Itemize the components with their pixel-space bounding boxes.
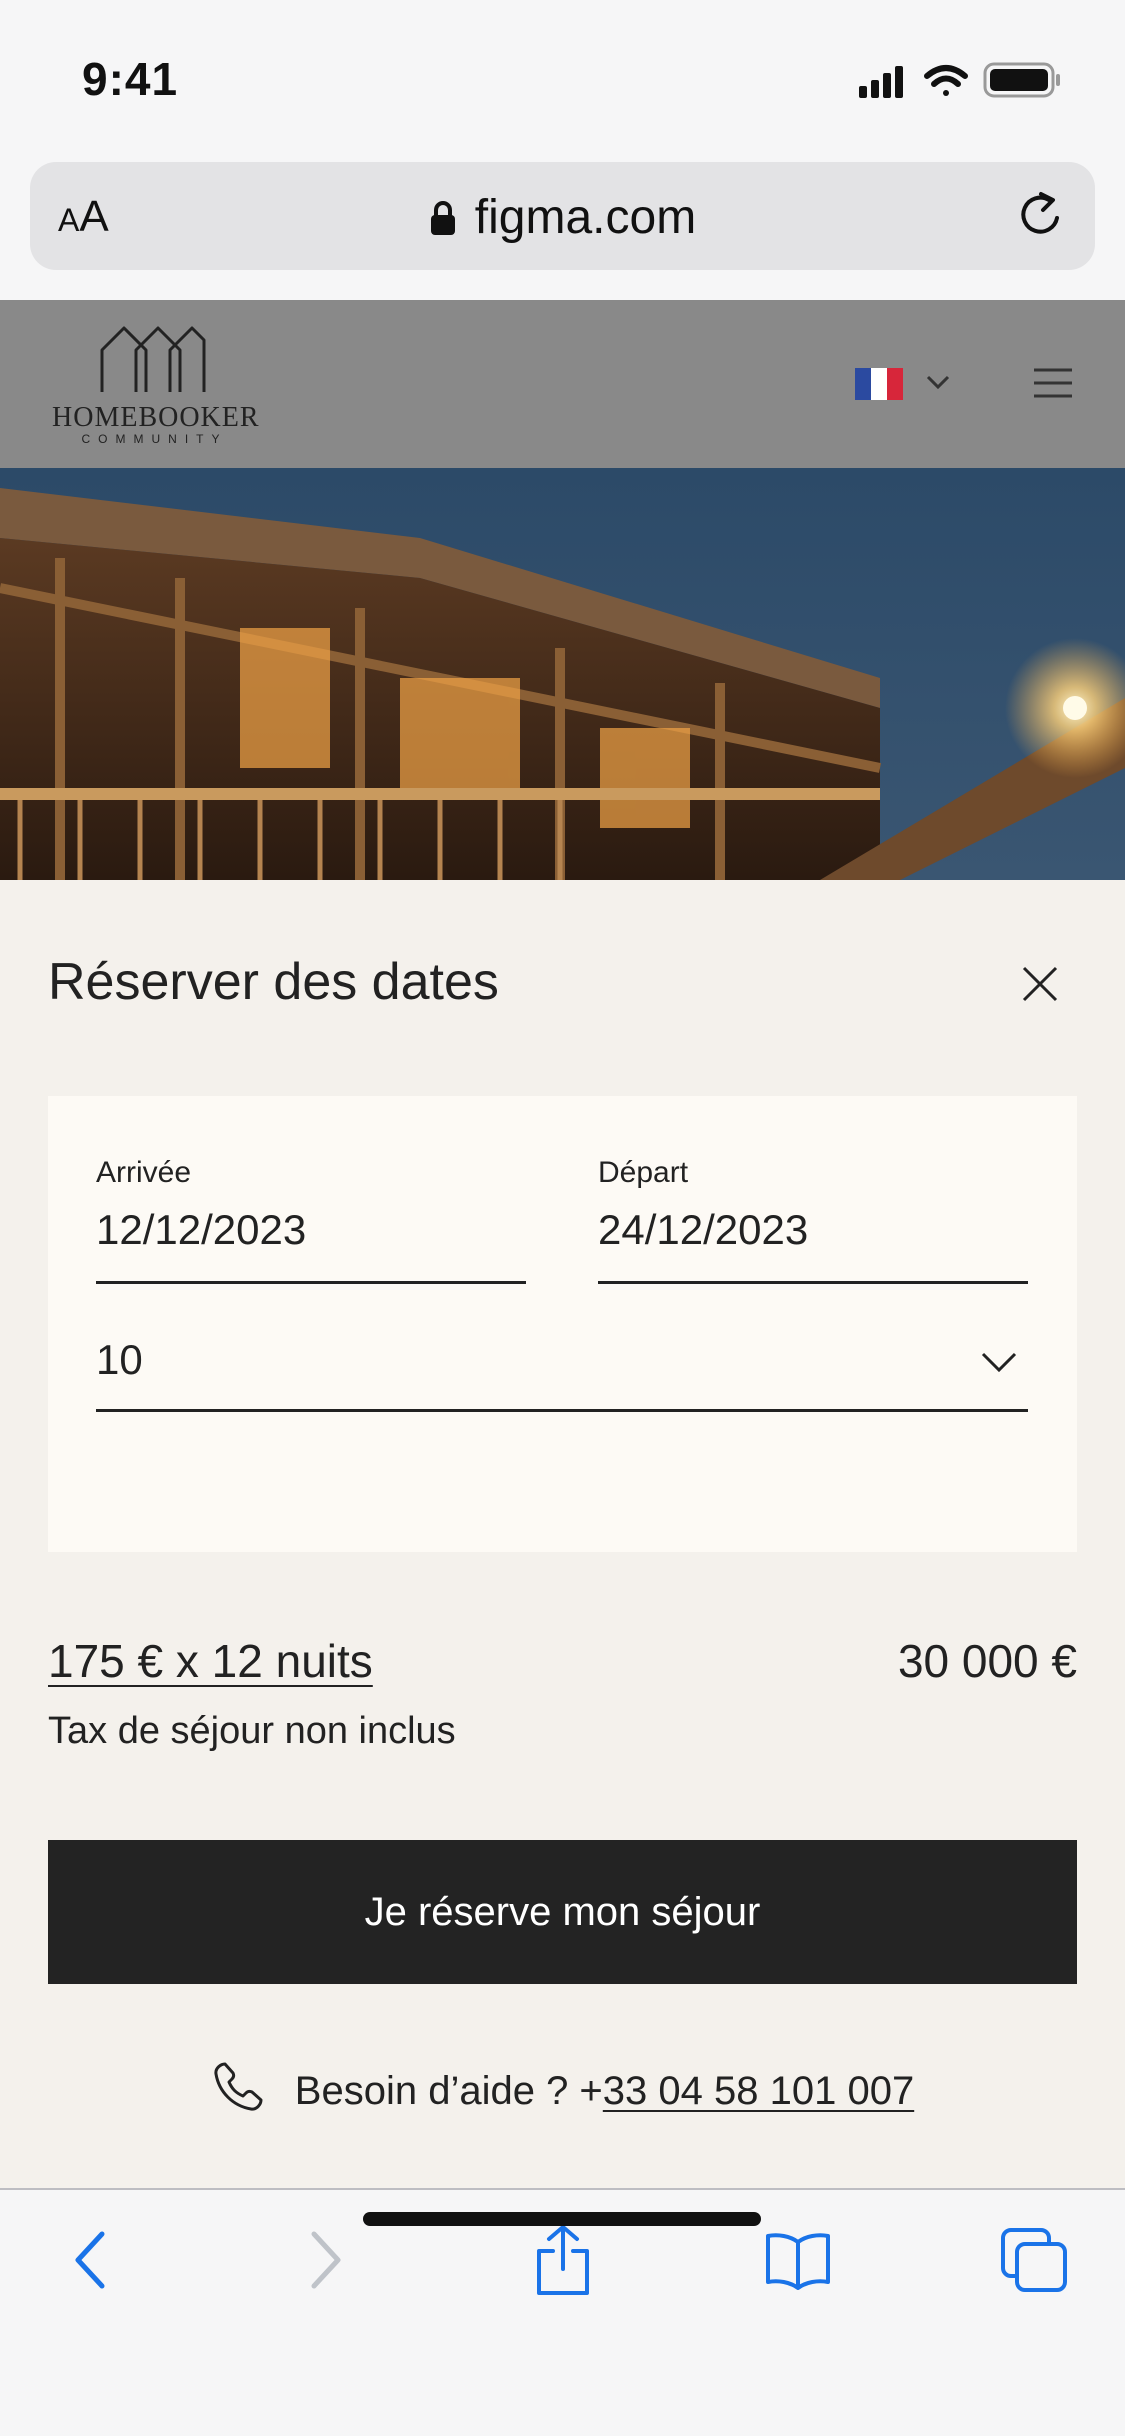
price-total: 30 000 € (897, 1635, 1077, 1687)
bookmarks-icon (766, 2233, 830, 2290)
price-breakdown-link[interactable]: 175 € x 12 nuits (48, 1634, 373, 1688)
reload-icon[interactable] (1013, 188, 1069, 244)
chevron-down-icon[interactable] (925, 372, 951, 392)
booking-panel: Réserver des dates Arrivée 12/12/2023 Dé… (0, 880, 1125, 2188)
departure-value: 24/12/2023 (598, 1206, 809, 1253)
logo-name: HOMEBOOKER (52, 402, 260, 433)
back-button[interactable] (50, 2220, 130, 2300)
wifi-icon (924, 65, 968, 96)
back-icon (75, 2231, 105, 2289)
site-logo[interactable]: HOMEBOOKER COMMUNITY (52, 322, 262, 452)
address-bar[interactable]: AA figma.com (30, 162, 1095, 270)
status-time: 9:41 (82, 53, 179, 105)
status-icons (859, 62, 1060, 98)
site-header: HOMEBOOKER COMMUNITY (0, 300, 1125, 468)
book-stay-button[interactable]: Je réserve mon séjour (48, 1840, 1077, 1984)
help-phone-link[interactable]: 33 04 58 101 007 (603, 2069, 914, 2113)
guests-value: 10 (96, 1336, 143, 1383)
arrival-label: Arrivée (96, 1156, 192, 1189)
lock-icon (430, 201, 455, 235)
browser-address-area: AA figma.com (0, 150, 1125, 300)
forward-icon (311, 2231, 341, 2289)
logo-tagline: COMMUNITY (81, 432, 228, 446)
domain-text: figma.com (474, 191, 697, 244)
menu-icon[interactable] (1032, 366, 1074, 400)
battery-icon (983, 62, 1060, 98)
hero-image (0, 468, 1125, 880)
tabs-button[interactable] (994, 2220, 1074, 2300)
status-bar: 9:41 (0, 0, 1125, 150)
forward-button[interactable] (286, 2220, 366, 2300)
signal-icon (859, 66, 903, 98)
guests-select[interactable]: 10 (96, 1318, 1028, 1412)
help-text: Besoin d’aide ? + (294, 2069, 603, 2113)
chalet-photo (0, 468, 1125, 880)
house-logo-icon (100, 326, 206, 392)
departure-label: Départ (598, 1156, 689, 1189)
url-display[interactable]: figma.com (30, 190, 1095, 245)
share-button[interactable] (523, 2220, 603, 2300)
share-icon (537, 2225, 589, 2295)
language-flag[interactable] (855, 368, 903, 400)
tax-note: Tax de séjour non inclus (48, 1710, 456, 1752)
arrival-value: 12/12/2023 (96, 1206, 307, 1253)
arrival-field[interactable]: Arrivée 12/12/2023 (96, 1156, 526, 1284)
bookmarks-button[interactable] (758, 2220, 838, 2300)
tabs-icon (1001, 2228, 1067, 2292)
panel-title: Réserver des dates (48, 953, 499, 1011)
close-icon[interactable] (1018, 962, 1062, 1006)
help-line: Besoin d’aide ? +33 04 58 101 007 (0, 2060, 1125, 2114)
phone-icon (214, 2062, 263, 2111)
departure-field[interactable]: Départ 24/12/2023 (598, 1156, 1028, 1284)
home-indicator (363, 2212, 761, 2226)
dates-card: Arrivée 12/12/2023 Départ 24/12/2023 10 (48, 1096, 1077, 1552)
chevron-down-icon (981, 1352, 1017, 1373)
